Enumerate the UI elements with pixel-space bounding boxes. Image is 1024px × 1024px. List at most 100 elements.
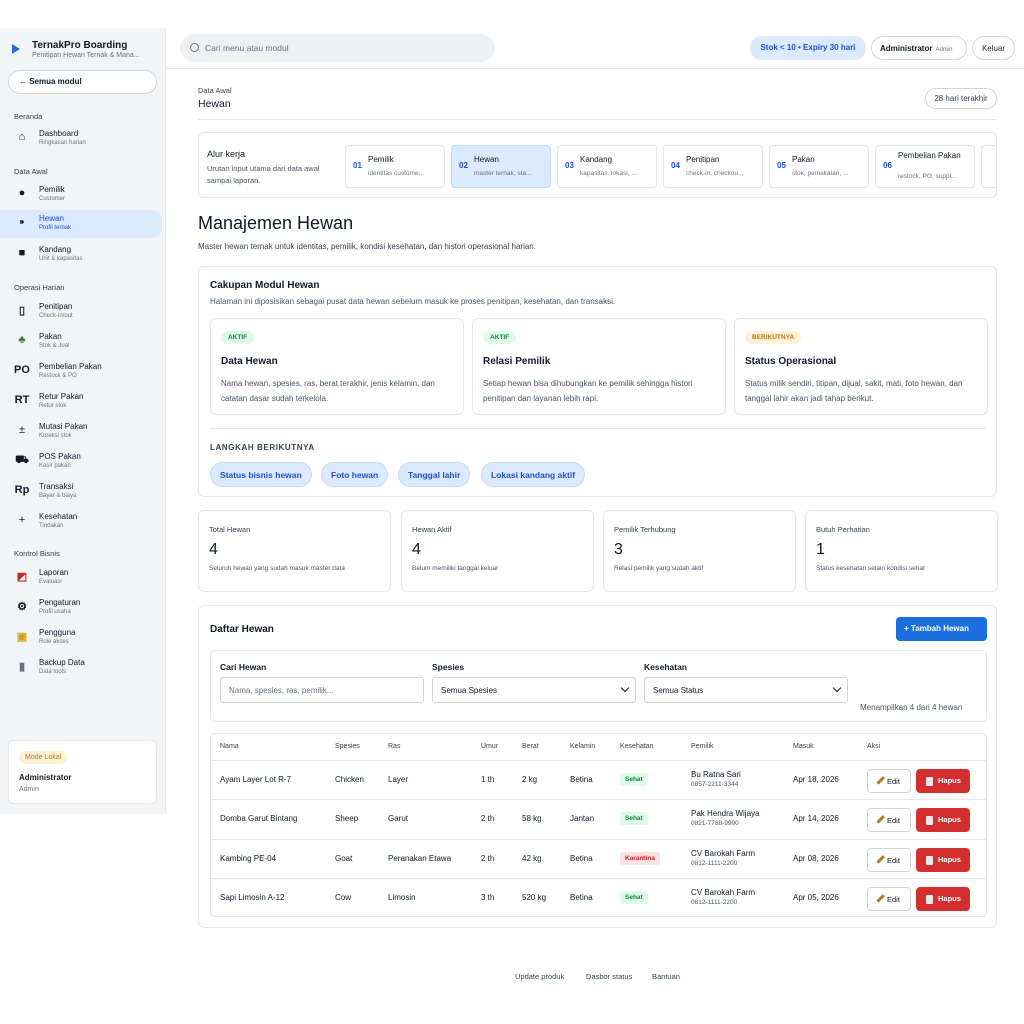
list-title: Daftar Hewan	[210, 624, 274, 635]
sidebar-item-sub: Role akses	[39, 639, 69, 645]
sidebar-item-sub: Tindakan	[39, 523, 64, 529]
search-input[interactable]: Cari menu atau modul	[180, 34, 495, 62]
user-pill[interactable]: Administrator Admin	[871, 36, 967, 60]
square-icon: ■	[18, 247, 26, 259]
health-select[interactable]: Semua Status	[644, 677, 848, 703]
logout-button[interactable]: Keluar	[972, 36, 1015, 60]
sidebar-item-pakan[interactable]: ♣ Pakan Stok & Jual	[0, 328, 162, 356]
scope-card-title: Status Operasional	[745, 356, 837, 367]
edit-button[interactable]: Edit	[867, 769, 911, 793]
cell-phone: 0821-7788-9900	[691, 820, 739, 828]
step-desc: master ternak, sta...	[474, 170, 532, 177]
filter-panel: Cari Hewan Nama, spesies, ras, pemilik..…	[210, 650, 987, 722]
cell-sex: Betina	[570, 892, 593, 902]
cell-name: Ayam Layer Lot R-7	[220, 775, 291, 784]
sidebar-item-label: Pembelian Pakan	[39, 362, 102, 371]
sidebar-item-label: Pengaturan	[39, 598, 81, 607]
plus-minus-icon: ±	[18, 424, 26, 436]
workflow-step-next[interactable]	[981, 145, 996, 188]
sidebar-item-kesehatan[interactable]: + Kesehatan Tindakan	[0, 508, 162, 536]
delete-button[interactable]: Hapus	[916, 808, 970, 833]
workflow-step-hewan[interactable]: 02 Hewan master ternak, sta...	[451, 145, 551, 188]
column-header: Umur	[481, 743, 499, 750]
cell-age: 2 th	[481, 814, 495, 824]
edit-button[interactable]: Edit	[867, 886, 911, 911]
species-select[interactable]: Semua Spesies	[432, 677, 636, 703]
species-select-value: Semua Spesies	[441, 686, 498, 695]
delete-button[interactable]: Hapus	[916, 886, 970, 911]
step-title: Hewan	[474, 155, 499, 164]
delete-button[interactable]: Hapus	[916, 769, 970, 793]
sidebar-item-mutasi-pakan[interactable]: ± Mutasi Pakan Koreksi stok	[0, 418, 162, 446]
sidebar-item-pengguna[interactable]: ▣ Pengguna Role akses	[0, 624, 162, 652]
delete-button[interactable]: Hapus	[916, 847, 970, 872]
next-chip-tanggal-lahir[interactable]: Tanggal lahir	[398, 462, 471, 487]
workflow-step-penitipan[interactable]: 04 Penitipan check-in, checkou...	[663, 145, 763, 188]
po-icon: PO	[14, 364, 30, 376]
page-subtitle: Master hewan ternak untuk identitas, pem…	[198, 242, 536, 251]
column-header: Pemilik	[691, 743, 714, 750]
cell-age: 3 th	[481, 892, 495, 902]
mode-badge: Mode Lokal	[19, 751, 68, 764]
sidebar-item-label: Pemilik	[39, 185, 65, 194]
edit-label: Edit	[887, 894, 900, 904]
filter-search-label: Cari Hewan	[220, 662, 267, 672]
breadcrumb[interactable]: Data Awal	[198, 86, 232, 95]
sidebar-item-sub: Ringkasan harian	[39, 140, 86, 146]
sidebar-item-pembelian-pakan[interactable]: PO Pembelian Pakan Restock & PO	[0, 358, 162, 386]
cell-phone: 0857-2211-3344	[691, 781, 739, 788]
workflow-step-pakan[interactable]: 05 Pakan stok, pemakaian, ...	[769, 145, 869, 188]
stat-card-perhatian: Butuh Perhatian 1 Status kesehatan selain …	[805, 510, 998, 592]
workflow-step-pemilik[interactable]: 01 Pemilik identitas custome...	[345, 145, 445, 188]
workflow-step-pembelian-pakan[interactable]: 06 Pembelian Pakan restock, PO, suppl...	[875, 145, 975, 188]
next-chip-foto-hewan[interactable]: Foto hewan	[321, 462, 389, 487]
scope-card-title: Relasi Pemilik	[483, 356, 551, 367]
sidebar-item-kandang[interactable]: ■ Kandang Unit & kapasitas	[0, 241, 162, 269]
sidebar-item-hewan[interactable]: ⁍ Hewan Profil ternak	[0, 210, 162, 238]
sidebar-item-pos-pakan[interactable]: ⛟ POS Pakan Kasir pakan	[0, 448, 162, 476]
gear-icon: ⚙	[17, 601, 27, 613]
stock-alert-pill[interactable]: Stok < 10 • Expiry 30 hari	[750, 36, 866, 60]
next-chip-status-bisnis[interactable]: Status bisnis hewan	[210, 462, 312, 487]
edit-button[interactable]: Edit	[867, 808, 911, 833]
sidebar-item-pengaturan[interactable]: ⚙ Pengaturan Profil usaha	[0, 594, 162, 622]
edit-label: Edit	[887, 855, 900, 865]
stat-card-aktif: Hewan Aktif 4 Belum memiliki tanggal kelua…	[401, 510, 594, 592]
sidebar-item-sub: Stok & Jual	[39, 343, 70, 349]
add-animal-button[interactable]: + Tambah Hewan	[896, 617, 987, 641]
cell-species: Sheep	[335, 814, 359, 824]
status-badge: AKTIF	[221, 331, 255, 344]
date-range-pill[interactable]: 28 hari terakhir	[925, 88, 997, 109]
sidebar-item-pemilik[interactable]: ● Pemilik Customer	[0, 181, 162, 209]
divider	[166, 68, 1024, 69]
next-chip-lokasi-kandang[interactable]: Lokasi kandang aktif	[481, 462, 586, 487]
sidebar-item-sub: Customer	[39, 196, 66, 202]
health-select-value: Semua Status	[653, 686, 704, 695]
cell-breed: Garut	[388, 814, 409, 824]
sidebar-item-label: Transaksi	[39, 482, 74, 491]
footer-link-bantuan[interactable]: Bantuan	[652, 972, 680, 981]
footer-link-status[interactable]: Dasbor status	[586, 972, 632, 981]
pencil-icon	[876, 776, 885, 785]
sidebar-item-dashboard[interactable]: ⌂ Dashboard Ringkasan harian	[0, 125, 162, 153]
column-header: Kelamin	[570, 743, 596, 750]
stat-label: Hewan Aktif	[412, 525, 452, 534]
mode-role: Admin	[19, 786, 39, 793]
cell-age: 2 th	[481, 853, 495, 863]
footer-link-update[interactable]: Update produk	[515, 972, 564, 981]
edit-button[interactable]: Edit	[867, 847, 911, 872]
animal-search-input[interactable]: Nama, spesies, ras, pemilik...	[220, 677, 424, 703]
table-row: Ayam Layer Lot R-7 Chicken Layer 1 th 2 kg Be…	[211, 760, 986, 799]
sidebar-item-retur-pakan[interactable]: RT Retur Pakan Retur stok	[0, 388, 162, 416]
workflow-step-kandang[interactable]: 03 Kandang kapasitas, lokasi, ...	[557, 145, 657, 188]
cell-sex: Betina	[570, 775, 593, 784]
all-modules-button[interactable]: ← Semua modul	[8, 70, 157, 94]
scope-subtitle: Halaman ini diposisikan sebagai pusat da…	[210, 297, 616, 306]
stat-desc: Seluruh hewan yang sudah masuk master da…	[209, 565, 345, 572]
sidebar-item-penitipan[interactable]: ▯ Penitipan Check-in/out	[0, 298, 162, 326]
sidebar-item-laporan[interactable]: ◩ Laporan Evaluasi	[0, 564, 162, 592]
sidebar-item-backup-data[interactable]: ▮ Backup Data Data tools	[0, 654, 162, 682]
cell-date: Apr 14, 2026	[793, 814, 839, 824]
sidebar-item-transaksi[interactable]: Rp Transaksi Bayar & biaya	[0, 478, 162, 506]
cell-weight: 520 kg	[522, 892, 547, 902]
